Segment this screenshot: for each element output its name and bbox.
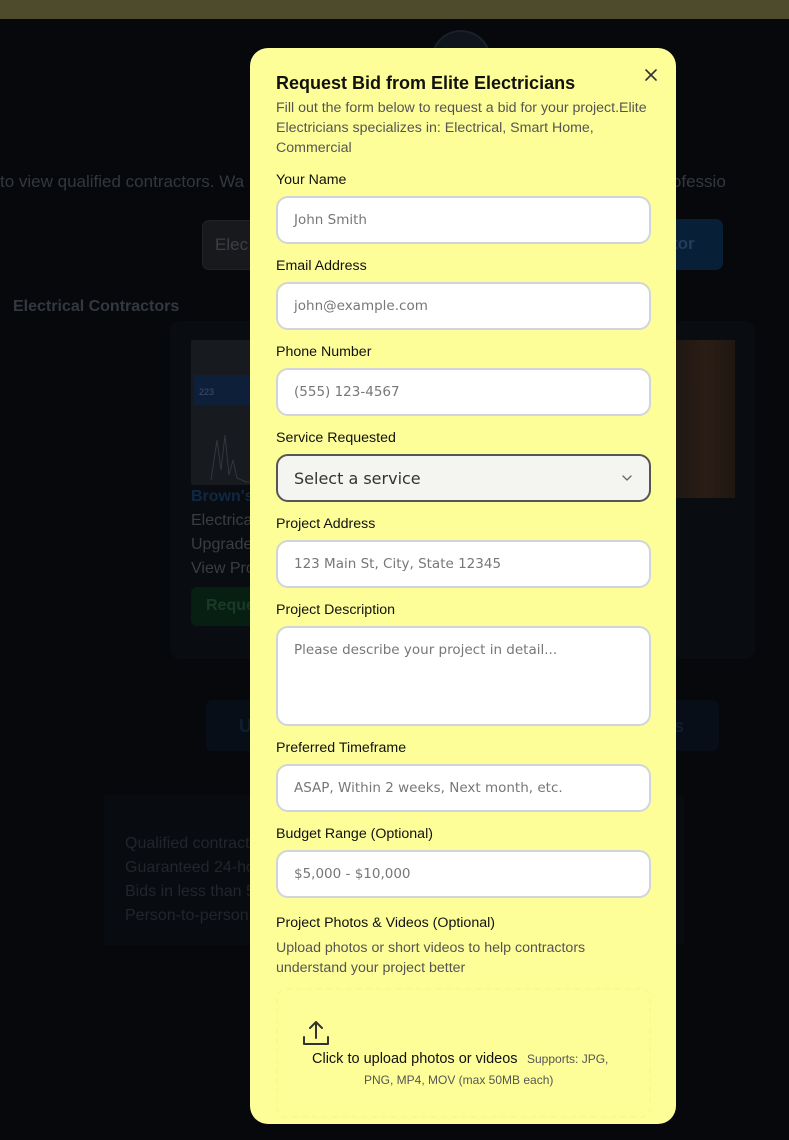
close-button[interactable]	[642, 66, 660, 84]
phone-field[interactable]: (555) 123-4567	[276, 368, 651, 416]
service-selected-value: Select a service	[294, 468, 421, 488]
upload-label: Project Photos & Videos (Optional)	[276, 915, 495, 931]
timeframe-field[interactable]: ASAP, Within 2 weeks, Next month, etc.	[276, 764, 651, 812]
chevron-down-icon	[622, 475, 632, 481]
modal-description: Fill out the form below to request a bid…	[276, 100, 647, 156]
close-icon	[645, 69, 657, 81]
upload-formats-line1: Supports: JPG,	[527, 1052, 609, 1066]
name-label: Your Name	[276, 172, 347, 188]
modal-title: Request Bid from Elite Electricians	[276, 73, 576, 93]
description-label: Project Description	[276, 602, 396, 618]
service-select[interactable]: Select a service	[276, 454, 651, 502]
request-bid-modal: Request Bid from Elite Electricians Fill…	[250, 48, 676, 1124]
budget-label: Budget Range (Optional)	[276, 826, 433, 842]
upload-note: Upload photos or short videos to help co…	[276, 940, 586, 976]
service-label: Service Requested	[276, 430, 396, 446]
upload-main-text[interactable]: Click to upload photos or videos	[312, 1051, 518, 1067]
upload-icon[interactable]	[301, 1018, 331, 1048]
upload-formats-line2: PNG, MP4, MOV (max 50MB each)	[364, 1073, 554, 1087]
address-field[interactable]: 123 Main St, City, State 12345	[276, 540, 651, 588]
timeframe-label: Preferred Timeframe	[276, 740, 407, 756]
name-field[interactable]: John Smith	[276, 196, 651, 244]
phone-label: Phone Number	[276, 344, 372, 360]
email-label: Email Address	[276, 258, 367, 274]
top-banner	[0, 0, 789, 19]
address-label: Project Address	[276, 516, 376, 532]
email-field[interactable]: john@example.com	[276, 282, 651, 330]
description-textarea[interactable]: Please describe your project in detail..…	[276, 626, 651, 726]
budget-field[interactable]: $5,000 - $10,000	[276, 850, 651, 898]
